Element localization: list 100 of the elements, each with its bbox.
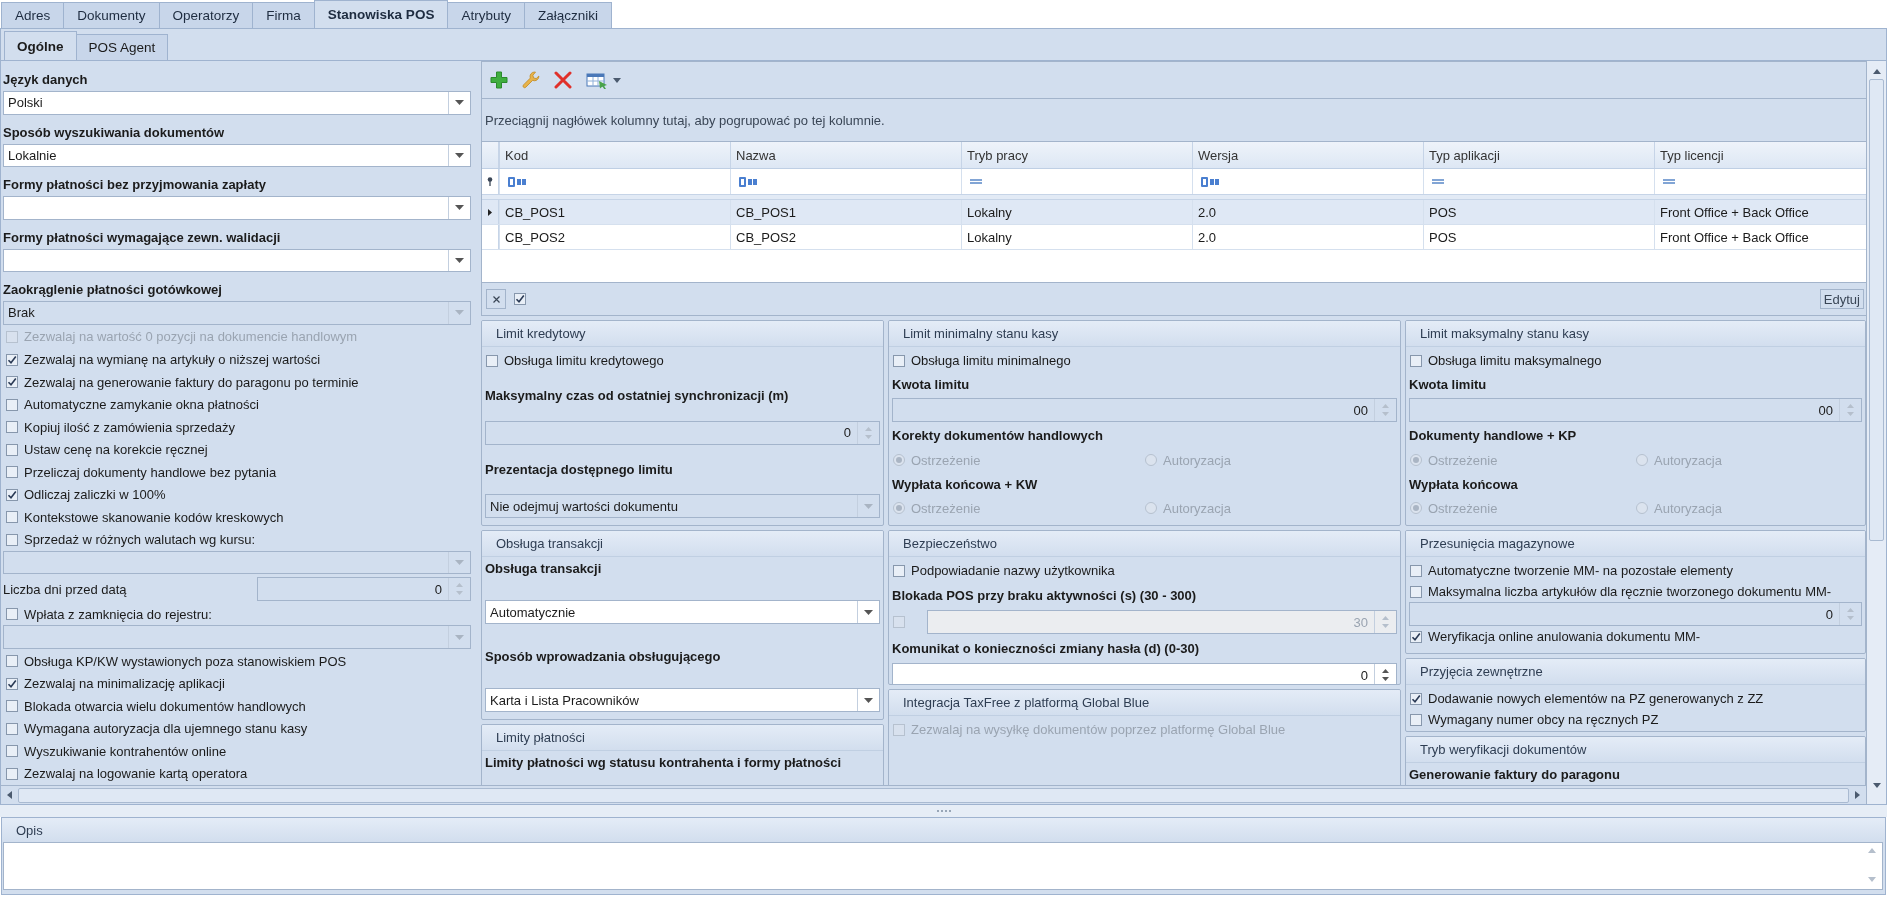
checkbox[interactable] bbox=[6, 608, 18, 621]
checkbox[interactable] bbox=[6, 376, 18, 388]
dropdown-field[interactable]: Karta i Lista Pracowników bbox=[485, 688, 880, 712]
tab[interactable]: Firma bbox=[252, 2, 315, 28]
number-field[interactable]: 0 bbox=[892, 663, 1397, 684]
column-header[interactable]: Kod bbox=[499, 142, 730, 168]
edit-button[interactable]: Edytuj bbox=[1819, 289, 1864, 309]
dropdown-field[interactable] bbox=[3, 196, 471, 220]
checkbox[interactable] bbox=[1410, 354, 1422, 367]
field-label: Generowanie faktury do paragonu bbox=[1409, 766, 1621, 783]
checkbox-label[interactable]: Wymagany numer obcy na ręcznych PZ bbox=[1428, 712, 1659, 727]
table-cell: CB_POS2 bbox=[499, 225, 730, 249]
field-label: Maksymalny czas od ostatniej synchronizacji (m) bbox=[485, 387, 790, 405]
checkbox-label[interactable]: Odliczaj zaliczki w 100% bbox=[24, 487, 166, 503]
checkbox-label[interactable]: Weryfikacja online anulowania dokumentu MM- bbox=[1428, 629, 1701, 644]
checkbox[interactable] bbox=[6, 533, 18, 546]
checkbox[interactable] bbox=[514, 293, 526, 305]
checkbox-label[interactable]: Maksymalna liczba artykułów dla ręcznie tworzonego dokumentu MM- bbox=[1428, 584, 1832, 599]
tab[interactable]: Adres bbox=[1, 2, 65, 28]
checkbox-label[interactable]: Wpłata z zamknięcia do rejestru: bbox=[24, 606, 212, 622]
checkbox[interactable] bbox=[6, 722, 18, 735]
tab[interactable]: Załączniki bbox=[523, 2, 612, 28]
scrollbar-thumb[interactable] bbox=[1869, 79, 1884, 541]
checkbox-label[interactable]: Blokada otwarcia wielu dokumentów handlowych bbox=[24, 698, 306, 714]
checkbox[interactable] bbox=[6, 745, 18, 758]
pin-icon bbox=[487, 177, 493, 186]
scroll-right-icon[interactable] bbox=[1855, 791, 1860, 799]
checkbox[interactable] bbox=[6, 443, 18, 456]
dropdown-field[interactable]: Lokalnie bbox=[3, 143, 471, 168]
grid-icon[interactable] bbox=[586, 71, 608, 89]
checkbox-label[interactable]: Podpowiadanie nazwy użytkownika bbox=[911, 563, 1115, 578]
tab[interactable]: POS Agent bbox=[75, 34, 169, 60]
field-label: Formy płatności wymagające zewn. walidacji bbox=[3, 228, 282, 247]
dropdown-field[interactable]: Polski bbox=[3, 91, 471, 115]
checkbox[interactable] bbox=[6, 488, 18, 501]
checkbox[interactable] bbox=[6, 767, 18, 780]
checkbox[interactable] bbox=[486, 354, 498, 367]
checkbox[interactable] bbox=[6, 511, 18, 524]
column-header[interactable]: Nazwa bbox=[730, 142, 961, 168]
checkbox[interactable] bbox=[6, 353, 18, 366]
checkbox[interactable] bbox=[6, 677, 18, 690]
tab[interactable]: Ogólne bbox=[4, 31, 77, 60]
checkbox[interactable] bbox=[6, 398, 18, 411]
field-label: Kwota limitu bbox=[892, 376, 971, 394]
checkbox[interactable] bbox=[6, 421, 18, 434]
checkbox[interactable] bbox=[1410, 564, 1422, 577]
scrollbar-thumb[interactable] bbox=[18, 787, 1849, 803]
checkbox-label[interactable]: Obsługa KP/KW wystawionych poza stanowiskiem POS bbox=[24, 653, 347, 669]
checkbox-label[interactable]: Wymagana autoryzacja dla ujemnego stanu kasy bbox=[24, 721, 308, 737]
checkbox-label[interactable]: Kopiuj ilość z zamówienia sprzedaży bbox=[24, 419, 235, 435]
checkbox[interactable] bbox=[1410, 630, 1422, 643]
checkbox-label[interactable]: Zezwalaj na minimalizację aplikacji bbox=[24, 676, 225, 692]
clear-filter-button[interactable] bbox=[486, 289, 506, 309]
checkbox-label[interactable]: Kontekstowe skanowanie kodów kreskowych bbox=[24, 509, 284, 525]
checkbox[interactable] bbox=[6, 700, 18, 713]
caret-icon[interactable] bbox=[613, 77, 621, 83]
checkbox-label[interactable]: Obsługa limitu kredytowego bbox=[504, 353, 664, 368]
dropdown-field[interactable]: Automatycznie bbox=[485, 600, 880, 624]
table-cell: Lokalny bbox=[961, 200, 1192, 224]
column-header[interactable]: Wersja bbox=[1192, 142, 1423, 168]
checkbox-label[interactable]: Zezwalaj na logowanie kartą operatora bbox=[24, 766, 248, 782]
tab[interactable]: Atrybuty bbox=[447, 2, 525, 28]
checkbox-label[interactable]: Wyszukiwanie kontrahentów online bbox=[24, 743, 227, 759]
checkbox[interactable] bbox=[1410, 713, 1422, 726]
scroll-up-icon[interactable] bbox=[1872, 69, 1881, 74]
checkbox-label[interactable]: Ustaw cenę na korekcie ręcznej bbox=[24, 442, 208, 458]
field-label: Wypłata końcowa bbox=[1409, 475, 1519, 493]
wrench-icon[interactable] bbox=[522, 71, 540, 89]
description-field[interactable] bbox=[3, 842, 1883, 890]
checkbox-label[interactable]: Dodawanie nowych elementów na PZ generowanych z ZZ bbox=[1428, 691, 1764, 706]
dropdown-field[interactable] bbox=[3, 248, 471, 273]
table-row[interactable]: CB_POS1 CB_POS1 Lokalny 2.0 POS Front Office + Back Office bbox=[482, 200, 1866, 225]
checkbox[interactable] bbox=[1410, 585, 1422, 598]
checkbox[interactable] bbox=[6, 466, 18, 479]
add-icon[interactable] bbox=[490, 71, 508, 89]
checkbox[interactable] bbox=[893, 354, 905, 367]
group-header: Limity płatności bbox=[482, 725, 883, 751]
checkbox-label[interactable]: Automatyczne zamykanie okna płatności bbox=[24, 397, 259, 413]
tab[interactable]: Dokumenty bbox=[63, 2, 160, 28]
column-header[interactable]: Tryb pracy bbox=[961, 142, 1192, 168]
checkbox-label[interactable]: Przeliczaj dokumenty handlowe bez pytania bbox=[24, 464, 277, 480]
spinner-icon bbox=[865, 425, 872, 440]
checkbox[interactable] bbox=[6, 655, 18, 668]
checkbox-label[interactable]: Zezwalaj na generowanie faktury do paragonu po terminie bbox=[24, 374, 359, 390]
scroll-down-icon[interactable] bbox=[1872, 783, 1881, 788]
field-label: Formy płatności bez przyjmowania zapłaty bbox=[3, 176, 267, 195]
scroll-left-icon[interactable] bbox=[7, 791, 12, 799]
checkbox[interactable] bbox=[893, 564, 905, 577]
checkbox-label[interactable]: Obsługa limitu minimalnego bbox=[911, 353, 1071, 368]
table-row[interactable]: CB_POS2 CB_POS2 Lokalny 2.0 POS Front Office + Back Office bbox=[482, 225, 1866, 250]
checkbox-label[interactable]: Zezwalaj na wymianę na artykuły o niższej wartości bbox=[24, 352, 321, 367]
checkbox-label[interactable]: Obsługa limitu maksymalnego bbox=[1428, 353, 1602, 368]
tab[interactable]: Stanowiska POS bbox=[313, 0, 449, 28]
field-label: Blokada POS przy braku aktywności (s) (30 - 300) bbox=[892, 587, 1198, 604]
checkbox-label[interactable]: Sprzedaż w różnych walutach wg kursu: bbox=[24, 532, 256, 548]
delete-icon[interactable] bbox=[554, 71, 572, 89]
checkbox[interactable] bbox=[1410, 692, 1422, 705]
column-header[interactable]: Typ aplikacji bbox=[1423, 142, 1654, 168]
checkbox-label[interactable]: Automatyczne tworzenie MM- na pozostałe elementy bbox=[1428, 563, 1733, 578]
tab[interactable]: Operatorzy bbox=[158, 2, 254, 28]
